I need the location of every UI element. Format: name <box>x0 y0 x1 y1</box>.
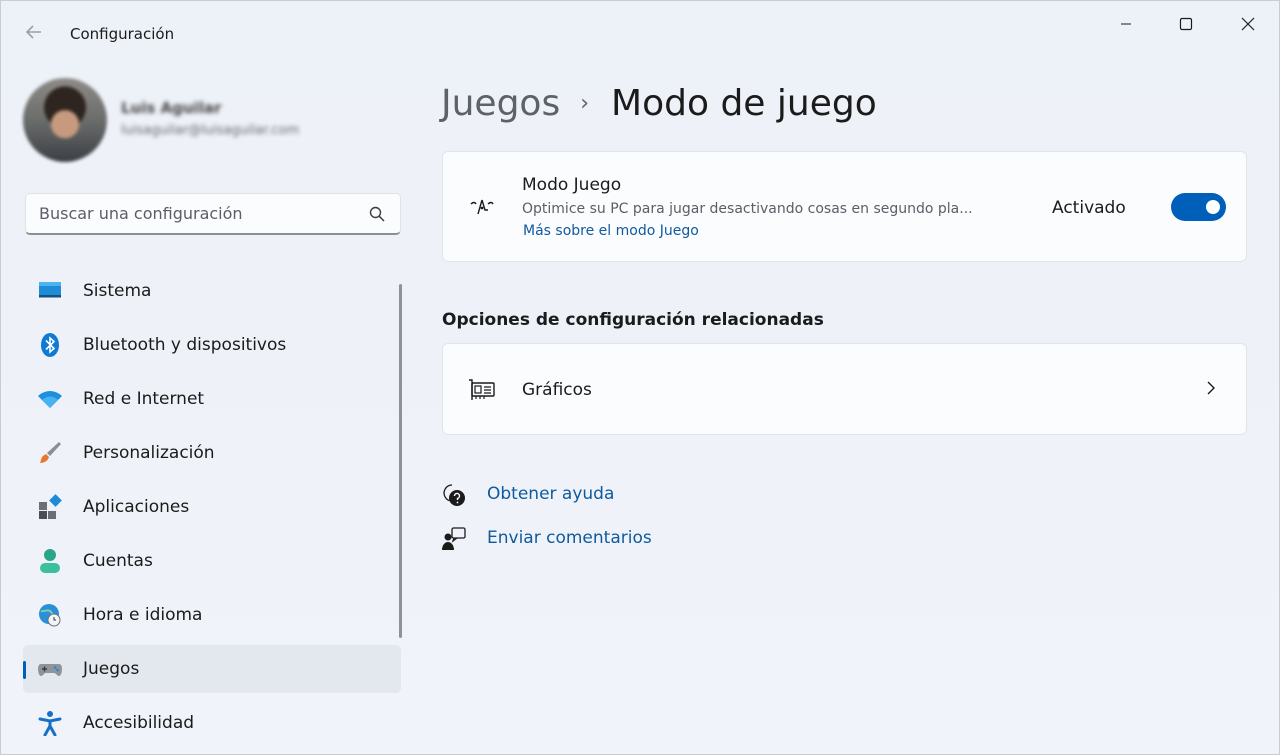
avatar[interactable] <box>23 78 107 162</box>
sidebar-item-aplicaciones[interactable]: Aplicaciones <box>23 483 401 531</box>
sidebar-item-accesibilidad[interactable]: Accesibilidad <box>23 699 401 747</box>
send-feedback-label: Enviar comentarios <box>487 528 652 548</box>
settings-window: Configuración Luis Aguilar luisaguilar@l… <box>0 0 1280 755</box>
graphics-card[interactable]: Gráficos <box>442 343 1247 435</box>
user-name: Luis Aguilar <box>121 99 222 117</box>
sidebar-item-personalizacion[interactable]: Personalización <box>23 429 401 477</box>
minimize-icon[interactable] <box>1103 9 1149 39</box>
search-box[interactable]: Buscar una configuración <box>25 193 401 235</box>
sidebar-item-label: Hora e idioma <box>83 605 203 625</box>
bluetooth-icon <box>41 333 59 357</box>
sidebar-item-label: Cuentas <box>83 551 153 571</box>
gamepad-icon <box>38 664 62 676</box>
sidebar-item-label: Red e Internet <box>83 389 205 409</box>
toggle-knob <box>1206 200 1220 214</box>
chevron-right-icon: › <box>580 90 590 116</box>
title-bar: Configuración <box>1 1 1280 61</box>
help-chat-icon <box>443 484 465 506</box>
close-icon[interactable] <box>1225 9 1271 39</box>
feedback-icon <box>442 527 466 550</box>
toggle-state-label: Activado <box>1052 198 1126 218</box>
account-icon <box>40 549 60 573</box>
search-icon[interactable] <box>368 205 386 223</box>
game-mode-title: Modo Juego <box>522 175 622 195</box>
game-mode-toggle[interactable] <box>1171 193 1226 221</box>
breadcrumb: Juegos › Modo de juego <box>441 81 877 125</box>
app-title: Configuración <box>70 25 175 43</box>
graphics-label: Gráficos <box>522 380 592 400</box>
maximize-icon[interactable] <box>1163 9 1209 39</box>
get-help-label: Obtener ayuda <box>487 484 615 504</box>
game-mode-icon <box>470 199 494 215</box>
game-mode-learn-more-link[interactable]: Más sobre el modo Juego <box>523 223 699 239</box>
sidebar-item-red[interactable]: Red e Internet <box>23 375 401 423</box>
wifi-icon <box>38 391 62 408</box>
system-icon <box>39 282 61 298</box>
sidebar-item-label: Bluetooth y dispositivos <box>83 335 287 355</box>
sidebar-item-label: Personalización <box>83 443 215 463</box>
back-arrow-icon[interactable] <box>21 21 47 47</box>
apps-icon <box>39 494 62 519</box>
sidebar-item-bluetooth[interactable]: Bluetooth y dispositivos <box>23 321 401 369</box>
page-title: Modo de juego <box>611 82 877 124</box>
user-email: luisaguilar@luisaguilar.com <box>121 123 300 138</box>
breadcrumb-parent[interactable]: Juegos <box>441 83 560 124</box>
search-input[interactable]: Buscar una configuración <box>39 204 243 223</box>
sidebar-item-cuentas[interactable]: Cuentas <box>23 537 401 585</box>
brush-icon <box>40 442 61 463</box>
related-settings-heading: Opciones de configuración relacionadas <box>442 310 824 330</box>
sidebar-item-label: Sistema <box>83 281 152 301</box>
sidebar-item-juegos[interactable]: Juegos <box>23 645 401 693</box>
sidebar-item-hora[interactable]: Hora e idioma <box>23 591 401 639</box>
sidebar-item-label: Aplicaciones <box>83 497 190 517</box>
sidebar-item-label: Juegos <box>83 659 140 679</box>
clock-globe-icon <box>39 604 61 627</box>
sidebar-scrollbar[interactable] <box>399 284 402 638</box>
accessibility-icon <box>38 711 62 736</box>
sidebar-item-sistema[interactable]: Sistema <box>23 267 401 315</box>
graphics-card-icon <box>469 379 495 400</box>
game-mode-card: Modo Juego Optimice su PC para jugar des… <box>442 151 1247 262</box>
game-mode-description: Optimice su PC para jugar desactivando c… <box>522 201 973 217</box>
chevron-right-icon <box>1207 381 1215 395</box>
sidebar-item-label: Accesibilidad <box>83 713 195 733</box>
selection-indicator <box>23 661 26 679</box>
